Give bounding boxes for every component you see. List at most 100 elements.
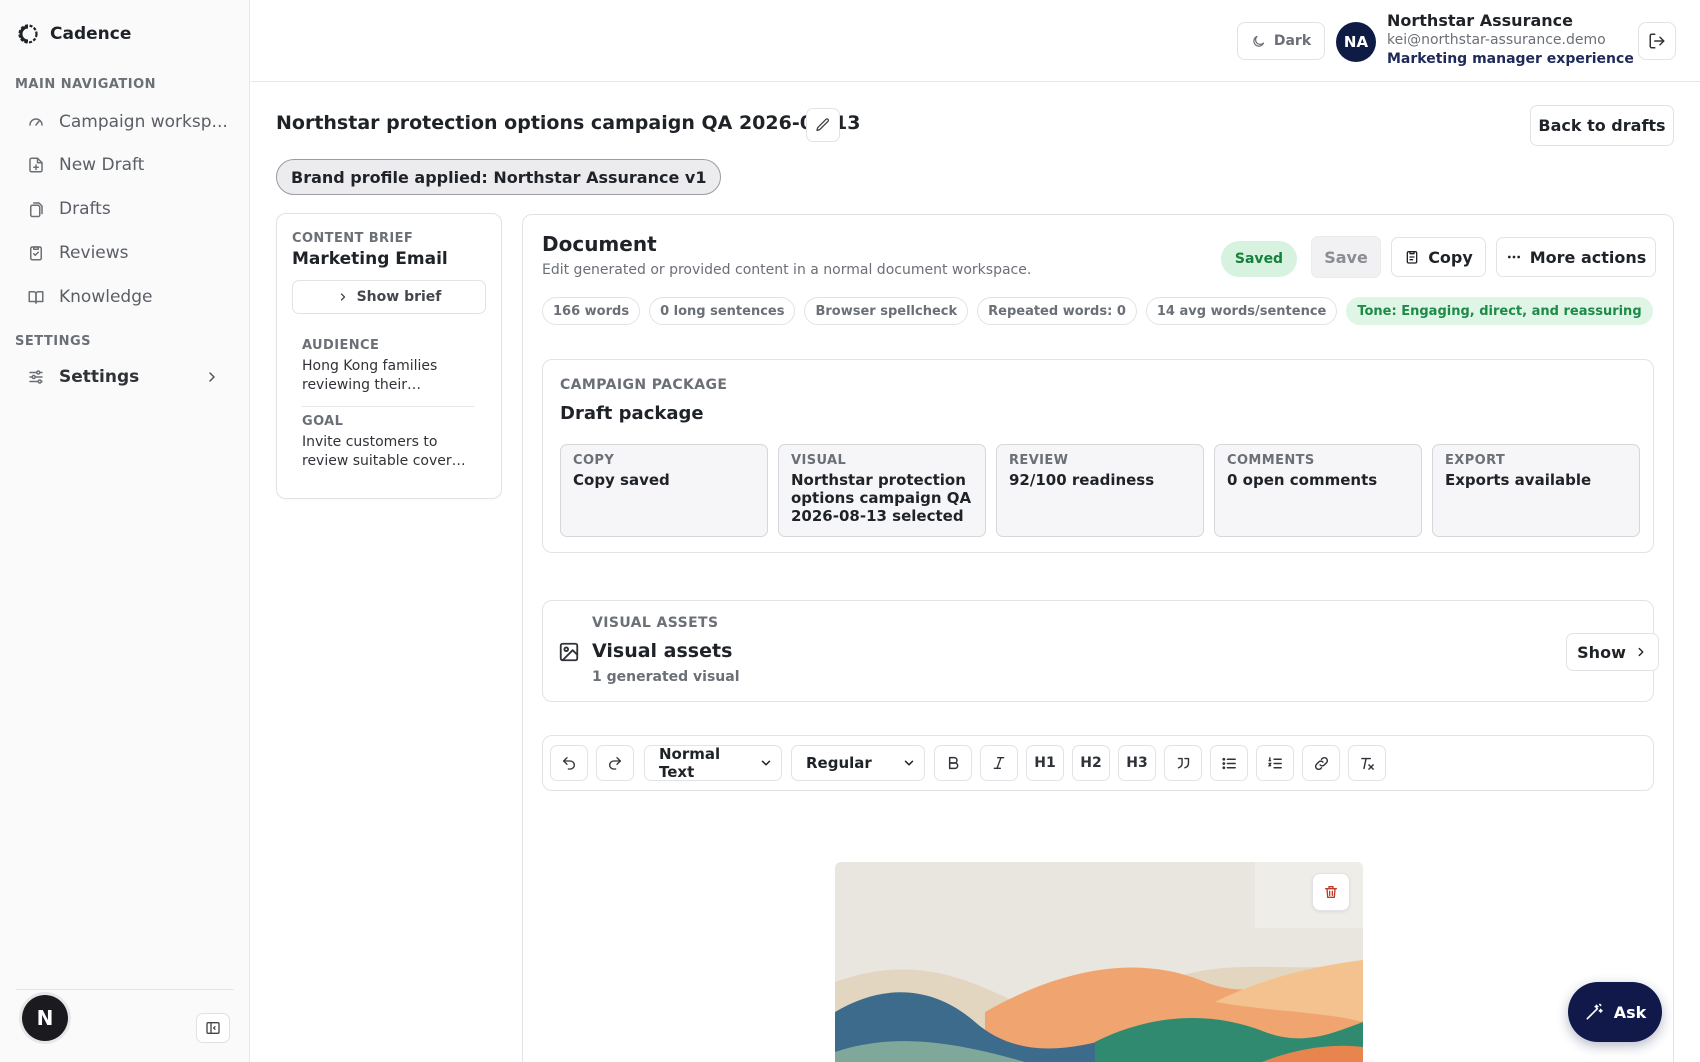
blockquote-button[interactable] — [1164, 745, 1202, 781]
app-root: Cadence MAIN NAVIGATION Campaign worksp.… — [0, 0, 1700, 1062]
undo-button[interactable] — [550, 745, 588, 781]
heading-2-button[interactable]: H2 — [1072, 745, 1110, 781]
link-icon — [1313, 755, 1330, 772]
sidebar-item-knowledge[interactable]: Knowledge — [20, 278, 232, 316]
ask-label: Ask — [1613, 1002, 1647, 1022]
numbered-list-button[interactable] — [1256, 745, 1294, 781]
content-brief-card: CONTENT BRIEF Marketing Email Show brief… — [276, 213, 502, 499]
clipboard-check-icon — [27, 244, 45, 262]
account-avatar[interactable]: NA — [1336, 22, 1376, 62]
package-tile-comments[interactable]: COMMENTS 0 open comments — [1214, 444, 1422, 537]
visual-assets-panel: VISUAL ASSETS Visual assets 1 generated … — [542, 600, 1659, 702]
tile-value: 0 open comments — [1227, 471, 1378, 489]
more-actions-label: More actions — [1529, 247, 1647, 267]
audience-label: AUDIENCE — [302, 338, 380, 353]
image-icon — [558, 641, 580, 663]
stat-repeated-words: Repeated words: 0 — [977, 297, 1137, 325]
ask-assistant-button[interactable]: Ask — [1568, 982, 1662, 1042]
copy-button[interactable]: Copy — [1391, 237, 1486, 277]
tile-label: EXPORT — [1445, 453, 1506, 468]
show-visual-assets-button[interactable]: Show — [1566, 633, 1659, 671]
sidebar-item-campaign-workspace[interactable]: Campaign worksp... — [20, 103, 232, 141]
package-tile-copy[interactable]: COPY Copy saved — [560, 444, 768, 537]
gauge-icon — [27, 113, 45, 131]
tile-label: REVIEW — [1009, 453, 1069, 468]
bullet-list-button[interactable] — [1210, 745, 1248, 781]
package-tile-export[interactable]: EXPORT Exports available — [1432, 444, 1640, 537]
numbered-list-icon — [1267, 755, 1284, 772]
sidebar-item-settings[interactable]: Settings — [20, 358, 232, 396]
logout-button[interactable] — [1638, 22, 1676, 60]
settings-heading: SETTINGS — [15, 334, 92, 349]
bold-icon — [945, 755, 961, 771]
delete-visual-button[interactable] — [1312, 873, 1350, 911]
font-weight-value: Regular — [806, 754, 872, 772]
logout-icon — [1648, 32, 1666, 50]
heading-3-label: H3 — [1126, 755, 1148, 771]
sidebar-item-reviews[interactable]: Reviews — [20, 234, 232, 272]
page-title: Northstar protection options campaign QA… — [276, 112, 861, 134]
package-tile-review[interactable]: REVIEW 92/100 readiness — [996, 444, 1204, 537]
link-button[interactable] — [1302, 745, 1340, 781]
clear-formatting-button[interactable] — [1348, 745, 1386, 781]
brand[interactable]: Cadence — [18, 24, 131, 44]
trash-icon — [1323, 884, 1339, 900]
clear-formatting-icon — [1359, 755, 1376, 772]
chevron-down-icon — [902, 756, 916, 770]
package-kicker: CAMPAIGN PACKAGE — [560, 377, 728, 393]
document-card: Document Edit generated or provided cont… — [522, 214, 1674, 1062]
theme-toggle-label: Dark — [1273, 33, 1312, 49]
sidebar-item-label: Settings — [59, 367, 140, 387]
show-label: Show — [1577, 642, 1626, 662]
tile-value: Northstar protection options campaign QA… — [791, 471, 972, 525]
package-title: Draft package — [560, 403, 704, 424]
tone-badge: Tone: Engaging, direct, and reassuring — [1346, 297, 1653, 325]
brief-title: Marketing Email — [292, 249, 448, 269]
goal-label: GOAL — [302, 414, 344, 429]
ellipsis-icon — [1506, 249, 1522, 265]
bold-button[interactable] — [934, 745, 972, 781]
magic-wand-icon — [1584, 1002, 1604, 1022]
tile-label: COPY — [573, 453, 615, 468]
account-name: Northstar Assurance — [1387, 11, 1573, 30]
stat-spellcheck: Browser spellcheck — [804, 297, 969, 325]
save-button[interactable]: Save — [1311, 236, 1381, 278]
document-title: Document — [542, 232, 657, 256]
tile-value: Exports available — [1445, 471, 1592, 489]
account-role: Marketing manager experience — [1387, 51, 1634, 67]
sidebar-item-label: Campaign worksp... — [59, 112, 228, 132]
heading-3-button[interactable]: H3 — [1118, 745, 1156, 781]
sidebar-item-new-draft[interactable]: New Draft — [20, 146, 232, 184]
edit-title-button[interactable] — [806, 108, 840, 142]
files-icon — [27, 200, 45, 218]
show-brief-button[interactable]: Show brief — [292, 280, 486, 314]
chevron-right-icon — [1634, 645, 1648, 659]
quote-icon — [1175, 755, 1192, 772]
redo-button[interactable] — [596, 745, 634, 781]
package-tile-visual[interactable]: VISUAL Northstar protection options camp… — [778, 444, 986, 537]
main-navigation-heading: MAIN NAVIGATION — [15, 77, 157, 92]
saved-status-badge: Saved — [1221, 241, 1297, 277]
sidebar-item-drafts[interactable]: Drafts — [20, 190, 232, 228]
redo-icon — [607, 755, 623, 771]
block-style-select[interactable]: Normal Text — [644, 745, 782, 781]
block-style-value: Normal Text — [659, 745, 721, 781]
show-brief-label: Show brief — [356, 289, 442, 305]
theme-toggle-button[interactable]: Dark — [1237, 22, 1325, 60]
generated-visual-image[interactable] — [835, 862, 1363, 1062]
collapse-sidebar-button[interactable] — [196, 1013, 230, 1043]
more-actions-button[interactable]: More actions — [1496, 237, 1656, 277]
stat-long-sentences: 0 long sentences — [649, 297, 796, 325]
heading-1-button[interactable]: H1 — [1026, 745, 1064, 781]
cadence-logo-icon — [18, 24, 38, 44]
user-avatar[interactable]: N — [22, 995, 68, 1041]
sidebar-item-label: Knowledge — [59, 287, 153, 307]
chevron-right-icon — [337, 291, 349, 303]
italic-button[interactable] — [980, 745, 1018, 781]
visual-assets-subtitle: 1 generated visual — [592, 669, 740, 685]
sidebar-item-label: Reviews — [59, 243, 129, 263]
back-to-drafts-button[interactable]: Back to drafts — [1530, 105, 1674, 146]
heading-2-label: H2 — [1080, 755, 1102, 771]
font-weight-select[interactable]: Regular — [791, 745, 925, 781]
sidebar: Cadence MAIN NAVIGATION Campaign worksp.… — [0, 0, 250, 1062]
